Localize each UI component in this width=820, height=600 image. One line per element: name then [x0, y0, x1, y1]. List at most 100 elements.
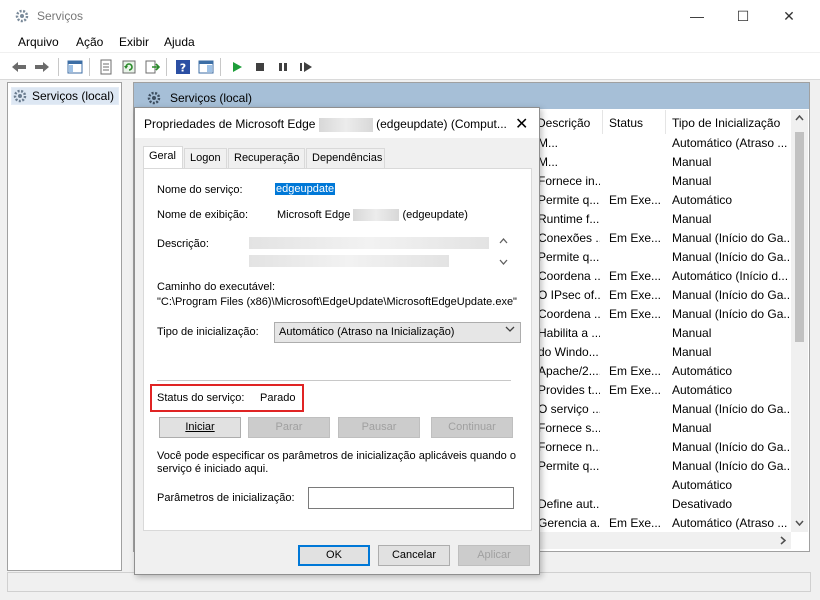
row-status-cell[interactable] [609, 134, 663, 153]
row-description-cell[interactable]: do Windo... [538, 343, 600, 362]
start-service-play-icon[interactable] [228, 58, 246, 76]
start-parameters-input[interactable] [308, 487, 514, 509]
refresh-icon[interactable] [120, 58, 138, 76]
row-description-cell[interactable]: Apache/2.... [538, 362, 600, 381]
row-status-cell[interactable] [609, 153, 663, 172]
scroll-up-icon[interactable] [499, 238, 508, 244]
row-startup-type-cell[interactable]: Manual [672, 324, 790, 343]
help-icon[interactable]: ? [174, 58, 192, 76]
row-status-cell[interactable] [609, 476, 663, 495]
row-status-cell[interactable] [609, 457, 663, 476]
forward-arrow-icon[interactable] [33, 58, 51, 76]
row-status-cell[interactable] [609, 343, 663, 362]
ok-button[interactable]: OK [298, 545, 370, 566]
column-header-startup-type[interactable]: Tipo de Inicialização [665, 110, 791, 134]
dialog-close-button[interactable]: ✕ [515, 114, 528, 134]
display-name-value[interactable]: Microsoft Edge (edgeupdate) [277, 209, 468, 222]
row-status-cell[interactable]: Em Exe... [609, 362, 663, 381]
stop-service-icon[interactable] [251, 58, 269, 76]
horizontal-scrollbar[interactable] [540, 532, 791, 549]
tab-dependencies[interactable]: Dependências [306, 148, 385, 168]
stop-button[interactable]: Parar [248, 417, 330, 438]
console-view-icon[interactable] [197, 58, 215, 76]
row-description-cell[interactable]: Runtime f... [538, 210, 600, 229]
row-description-cell[interactable]: Conexões ... [538, 229, 600, 248]
row-startup-type-cell[interactable]: Automático (Início d... [672, 267, 790, 286]
vertical-scrollbar[interactable] [791, 110, 808, 532]
export-list-icon[interactable] [143, 58, 161, 76]
row-status-cell[interactable]: Em Exe... [609, 305, 663, 324]
scroll-down-icon[interactable] [499, 259, 508, 265]
back-arrow-icon[interactable] [10, 58, 28, 76]
start-button[interactable]: Iniciar [159, 417, 241, 438]
minimize-button[interactable]: — [674, 0, 720, 32]
row-startup-type-cell[interactable]: Manual (Início do Ga... [672, 457, 790, 476]
row-description-cell[interactable]: Coordena ... [538, 305, 600, 324]
row-status-cell[interactable]: Em Exe... [609, 381, 663, 400]
row-startup-type-cell[interactable]: Automático [672, 362, 790, 381]
cancel-button[interactable]: Cancelar [378, 545, 450, 566]
menu-help[interactable]: Ajuda [164, 35, 195, 49]
row-startup-type-cell[interactable]: Manual (Início do Ga... [672, 400, 790, 419]
row-status-cell[interactable]: Em Exe... [609, 267, 663, 286]
row-description-cell[interactable]: M... [538, 134, 600, 153]
row-status-cell[interactable] [609, 495, 663, 514]
row-description-cell[interactable]: M... [538, 153, 600, 172]
restart-service-icon[interactable] [297, 58, 315, 76]
maximize-button[interactable]: ☐ [720, 0, 766, 32]
row-startup-type-cell[interactable]: Automático [672, 476, 790, 495]
row-description-cell[interactable]: Gerencia a... [538, 514, 600, 533]
row-startup-type-cell[interactable]: Automático [672, 381, 790, 400]
tree-item-services-local[interactable]: Serviços (local) [11, 87, 119, 105]
row-description-cell[interactable]: Provides t... [538, 381, 600, 400]
row-description-cell[interactable]: Fornece in... [538, 172, 600, 191]
description-text[interactable] [247, 233, 516, 271]
row-startup-type-cell[interactable]: Manual [672, 172, 790, 191]
row-status-cell[interactable] [609, 400, 663, 419]
row-description-cell[interactable]: Fornece n... [538, 438, 600, 457]
startup-type-select[interactable]: Automático (Atraso na Inicialização) [274, 322, 521, 343]
row-startup-type-cell[interactable]: Manual [672, 210, 790, 229]
row-description-cell[interactable]: Permite q... [538, 191, 600, 210]
properties-sheet-icon[interactable] [97, 58, 115, 76]
resume-button[interactable]: Continuar [431, 417, 513, 438]
tab-logon[interactable]: Logon [184, 148, 227, 168]
row-status-cell[interactable]: Em Exe... [609, 514, 663, 533]
tab-general[interactable]: Geral [143, 146, 183, 169]
row-startup-type-cell[interactable]: Manual (Início do Ga... [672, 305, 790, 324]
column-header-status[interactable]: Status [602, 110, 664, 134]
row-startup-type-cell[interactable]: Manual [672, 419, 790, 438]
row-startup-type-cell[interactable]: Manual [672, 343, 790, 362]
service-name-value[interactable]: edgeupdate [275, 183, 336, 195]
row-startup-type-cell[interactable]: Desativado [672, 495, 790, 514]
show-hide-console-tree-icon[interactable] [66, 58, 84, 76]
row-status-cell[interactable] [609, 210, 663, 229]
menu-file[interactable]: Arquivo [18, 35, 59, 49]
row-description-cell[interactable]: Habilita a ... [538, 324, 600, 343]
menu-view[interactable]: Exibir [119, 35, 149, 49]
row-startup-type-cell[interactable]: Manual (Início do Ga... [672, 438, 790, 457]
scroll-thumb[interactable] [795, 132, 804, 342]
row-description-cell[interactable]: O IPsec of... [538, 286, 600, 305]
row-status-cell[interactable]: Em Exe... [609, 286, 663, 305]
scroll-down-icon[interactable] [795, 520, 804, 526]
row-status-cell[interactable]: Em Exe... [609, 229, 663, 248]
row-startup-type-cell[interactable]: Automático [672, 191, 790, 210]
row-status-cell[interactable] [609, 419, 663, 438]
apply-button[interactable]: Aplicar [458, 545, 530, 566]
menu-action[interactable]: Ação [76, 35, 103, 49]
row-description-cell[interactable]: O serviço ... [538, 400, 600, 419]
row-status-cell[interactable]: Em Exe... [609, 191, 663, 210]
row-startup-type-cell[interactable]: Manual (Início do Ga... [672, 286, 790, 305]
row-startup-type-cell[interactable]: Manual [672, 153, 790, 172]
row-description-cell[interactable]: Coordena ... [538, 267, 600, 286]
scroll-right-icon[interactable] [780, 536, 786, 545]
row-description-cell[interactable]: Fornece s... [538, 419, 600, 438]
row-status-cell[interactable] [609, 324, 663, 343]
row-status-cell[interactable] [609, 248, 663, 267]
scroll-up-icon[interactable] [795, 115, 804, 121]
row-description-cell[interactable]: Define aut... [538, 495, 600, 514]
row-description-cell[interactable]: Permite q... [538, 248, 600, 267]
pause-button[interactable]: Pausar [338, 417, 420, 438]
tab-recovery[interactable]: Recuperação [228, 148, 305, 168]
